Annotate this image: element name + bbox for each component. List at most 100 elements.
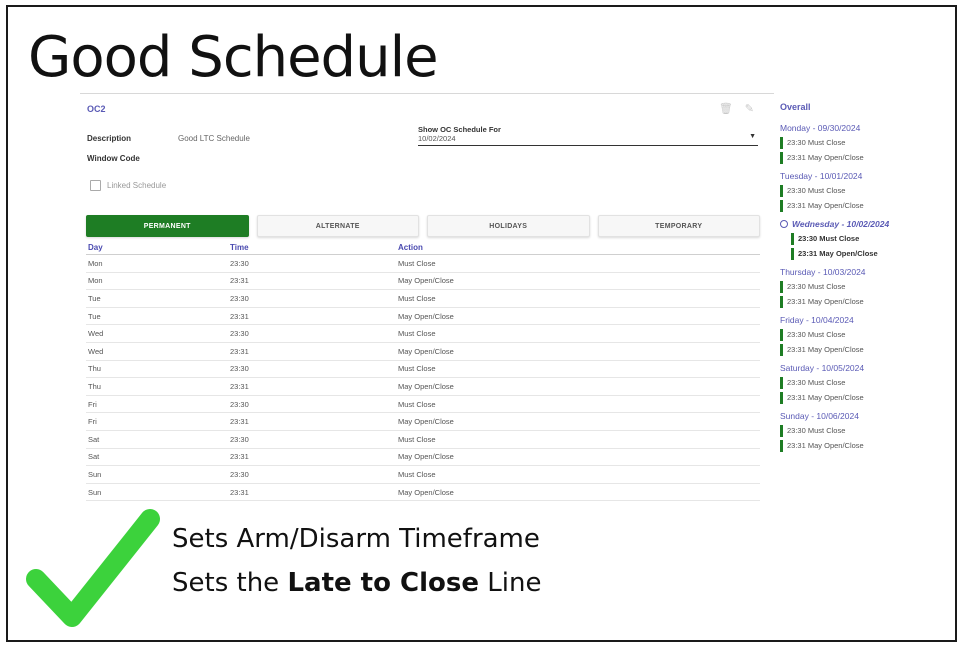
table-row[interactable]: Tue 23:30 Must Close [86, 289, 760, 308]
overall-entry: 23:30 Must Close [791, 233, 940, 245]
cell-time: 23:30 [228, 360, 396, 379]
overall-entry: 23:31 May Open/Close [780, 344, 940, 356]
overall-day-title[interactable]: Monday - 09/30/2024 [780, 123, 940, 133]
overall-day-title[interactable]: Thursday - 10/03/2024 [780, 267, 940, 277]
overall-entry: 23:30 Must Close [780, 329, 940, 341]
schedule-panel: OC2 🗑✎ Description Good LTC Schedule Win… [80, 93, 774, 504]
linked-schedule-checkbox[interactable]: Linked Schedule [90, 180, 166, 191]
bullet-late-to-close: Sets the Late to Close Line [172, 568, 541, 598]
overall-entry: 23:31 May Open/Close [780, 296, 940, 308]
cell-action: May Open/Close [396, 377, 760, 396]
column-header-day[interactable]: Day [86, 240, 228, 255]
cell-time: 23:30 [228, 465, 396, 484]
cell-day: Fri [86, 395, 228, 414]
table-row[interactable]: Thu 23:30 Must Close [86, 360, 760, 379]
trash-icon[interactable]: 🗑 [719, 103, 745, 115]
cell-time: 23:30 [228, 395, 396, 414]
table-row[interactable]: Wed 23:30 Must Close [86, 324, 760, 343]
cell-day: Wed [86, 342, 228, 361]
tab-temporary[interactable]: TEMPORARY [597, 215, 760, 237]
table-row[interactable]: Sun 23:31 May Open/Close [86, 483, 760, 502]
overall-entry: 23:30 Must Close [780, 281, 940, 293]
overall-day-title[interactable]: Wednesday - 10/02/2024 [780, 219, 940, 229]
cell-day: Tue [86, 307, 228, 326]
table-row[interactable]: Thu 23:31 May Open/Close [86, 377, 760, 396]
table-row[interactable]: Sun 23:30 Must Close [86, 465, 760, 484]
overall-entry: 23:31 May Open/Close [780, 200, 940, 212]
schedule-tabs: PERMANENT ALTERNATE HOLIDAYS TEMPORARY [86, 215, 760, 237]
overall-day-title[interactable]: Sunday - 10/06/2024 [780, 411, 940, 421]
schedule-table: Day Time Action Mon 23:30 Must Close Mon 23:… [86, 240, 760, 502]
cell-time: 23:31 [228, 412, 396, 431]
cell-time: 23:31 [228, 483, 396, 502]
window-code-label: Window Code [87, 154, 140, 163]
overall-entry: 23:30 Must Close [780, 137, 940, 149]
cell-day: Thu [86, 377, 228, 396]
overall-day-label: Wednesday - 10/02/2024 [792, 219, 890, 229]
cell-time: 23:31 [228, 377, 396, 396]
cell-time: 23:30 [228, 324, 396, 343]
show-schedule-for-select[interactable]: Show OC Schedule For 10/02/2024 ▼ [418, 125, 758, 146]
table-row[interactable]: Fri 23:31 May Open/Close [86, 412, 760, 431]
overall-entry: 23:31 May Open/Close [791, 248, 940, 260]
table-row[interactable]: Mon 23:30 Must Close [86, 254, 760, 273]
overall-day: Monday - 09/30/2024 23:30 Must Close 23:31… [780, 123, 940, 164]
cell-time: 23:31 [228, 272, 396, 291]
table-row[interactable]: Mon 23:31 May Open/Close [86, 272, 760, 291]
cell-action: Must Close [396, 324, 760, 343]
cell-day: Wed [86, 324, 228, 343]
table-row[interactable]: Sat 23:30 Must Close [86, 430, 760, 449]
cell-day: Tue [86, 289, 228, 308]
cell-action: May Open/Close [396, 412, 760, 431]
cell-day: Mon [86, 272, 228, 291]
cell-action: Must Close [396, 430, 760, 449]
table-row[interactable]: Tue 23:31 May Open/Close [86, 307, 760, 326]
cell-day: Sat [86, 448, 228, 467]
overall-day-title[interactable]: Saturday - 10/05/2024 [780, 363, 940, 373]
bullet-2-suffix: Line [479, 568, 542, 598]
table-row[interactable]: Wed 23:31 May Open/Close [86, 342, 760, 361]
tab-permanent[interactable]: PERMANENT [86, 215, 249, 237]
slide-title: Good Schedule [28, 25, 439, 90]
cell-action: May Open/Close [396, 272, 760, 291]
cell-action: May Open/Close [396, 483, 760, 502]
cell-action: May Open/Close [396, 307, 760, 326]
cell-action: Must Close [396, 360, 760, 379]
overall-sidebar: Overall Monday - 09/30/2024 23:30 Must Cl… [780, 102, 940, 459]
overall-day: Friday - 10/04/2024 23:30 Must Close 23:31… [780, 315, 940, 356]
table-row[interactable]: Sat 23:31 May Open/Close [86, 448, 760, 467]
cell-time: 23:31 [228, 307, 396, 326]
checkmark-icon [26, 509, 160, 627]
bullet-2-prefix: Sets the [172, 568, 288, 598]
description-label: Description [87, 134, 132, 143]
show-schedule-for-label: Show OC Schedule For [418, 125, 501, 134]
table-header-row: Day Time Action [86, 240, 760, 255]
overall-day-title[interactable]: Tuesday - 10/01/2024 [780, 171, 940, 181]
description-value: Good LTC Schedule [178, 134, 250, 143]
overall-day-title[interactable]: Friday - 10/04/2024 [780, 315, 940, 325]
pencil-icon[interactable]: ✎ [745, 103, 766, 115]
overall-day-label: Monday - 09/30/2024 [780, 123, 861, 133]
column-header-action[interactable]: Action [396, 240, 760, 255]
table-row[interactable]: Fri 23:30 Must Close [86, 395, 760, 414]
caret-down-icon[interactable]: ▼ [749, 133, 756, 140]
tab-holidays[interactable]: HOLIDAYS [427, 215, 590, 237]
cell-day: Sat [86, 430, 228, 449]
overall-day: Sunday - 10/06/2024 23:30 Must Close 23:31… [780, 411, 940, 452]
cell-action: Must Close [396, 254, 760, 273]
overall-day-label: Sunday - 10/06/2024 [780, 411, 859, 421]
cell-time: 23:30 [228, 289, 396, 308]
checkbox-box[interactable] [90, 180, 101, 191]
cell-action: Must Close [396, 289, 760, 308]
column-header-time[interactable]: Time [228, 240, 396, 255]
table-body: Mon 23:30 Must Close Mon 23:31 May Open/Close… [86, 254, 760, 502]
record-id: OC2 [87, 104, 106, 114]
overall-entry: 23:31 May Open/Close [780, 440, 940, 452]
overall-day: Thursday - 10/03/2024 23:30 Must Close 23:… [780, 267, 940, 308]
cell-action: Must Close [396, 395, 760, 414]
cell-day: Mon [86, 254, 228, 273]
overall-entry: 23:30 Must Close [780, 185, 940, 197]
overall-day: Saturday - 10/05/2024 23:30 Must Close 23:… [780, 363, 940, 404]
tab-alternate[interactable]: ALTERNATE [256, 215, 419, 237]
overall-day-label: Thursday - 10/03/2024 [780, 267, 866, 277]
